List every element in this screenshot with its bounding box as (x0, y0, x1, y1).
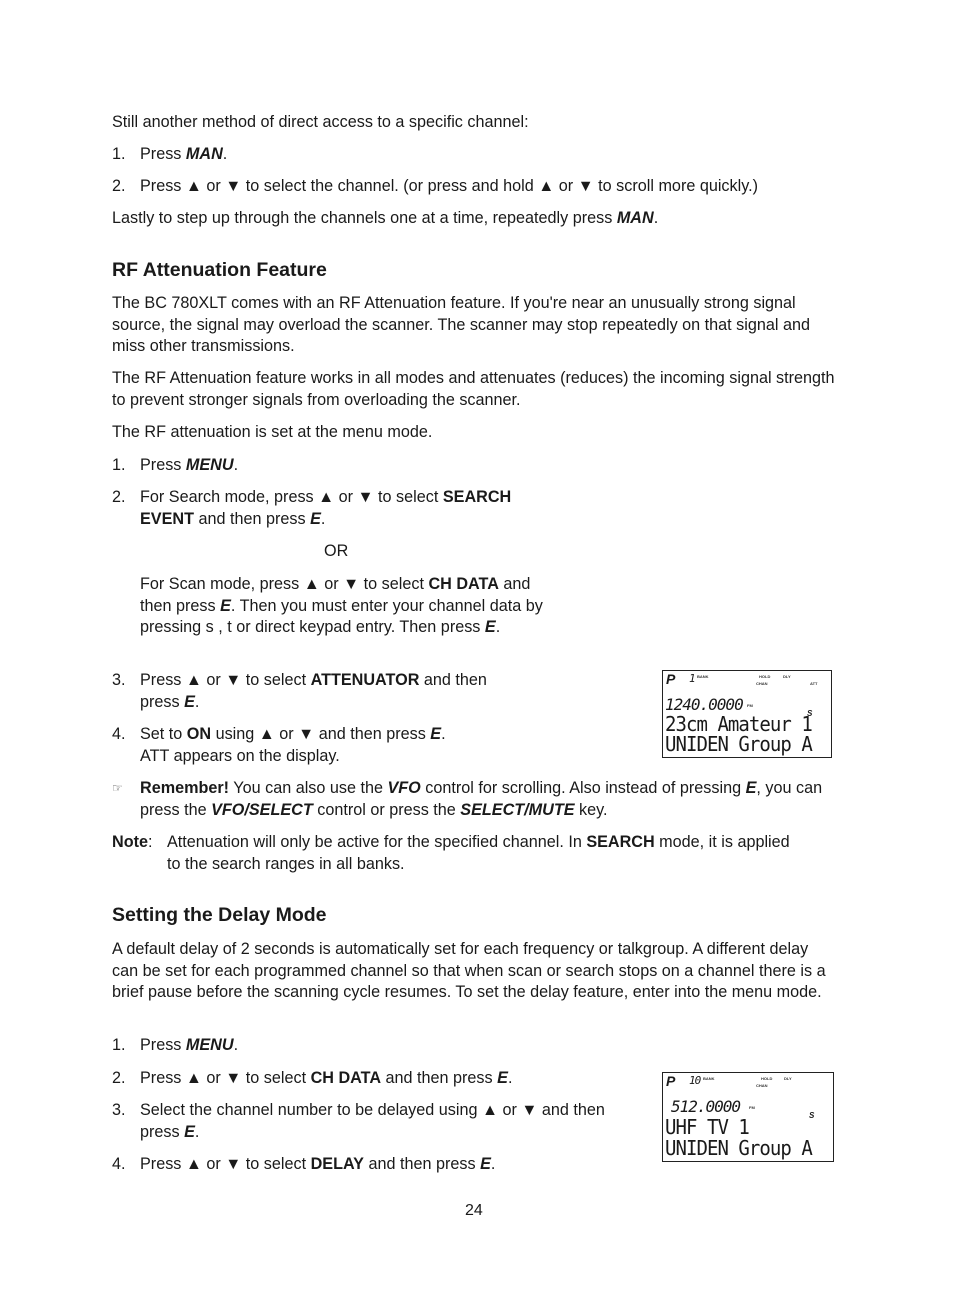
rf-para-3: The RF attenuation is set at the menu mo… (112, 423, 433, 441)
rf-para-1: The BC 780XLT comes with an RF Attenuati… (112, 294, 810, 355)
lcd-line-1: 23cm Amateur 1 (665, 712, 813, 736)
lcd-display-attenuator: P 1 BANK HOLD DLY CHAN ATT 1240.0000 FM … (662, 670, 832, 758)
remember-note: ☞ Remember! You can also use the VFO con… (112, 779, 823, 819)
delay-heading: Setting the Delay Mode (112, 904, 327, 926)
attenuation-note: Note: Attenuation will only be active fo… (112, 833, 790, 873)
rf-scan-alt: For Scan mode, press ▲ or ▼ to select CH… (140, 575, 543, 636)
rf-para-2: The RF Attenuation feature works in all … (112, 369, 835, 409)
page-number: 24 (465, 1202, 483, 1219)
rf-step-2: 2. For Search mode, press ▲ or ▼ to sele… (112, 488, 512, 528)
intro-step-2: 2. Press ▲ or ▼ to select the channel. (… (112, 177, 758, 195)
lcd-display-delay: P 10 BANK HOLD DLY CHAN 512.0000 FM S UH… (662, 1072, 834, 1162)
lcd-frequency: 1240.0000 (665, 695, 744, 714)
intro-step-1: 1. Press MAN. (112, 145, 228, 163)
rf-step-4: 4. Set to ON using ▲ or ▼ and then press… (112, 725, 446, 765)
lcd-line-1: UHF TV 1 (665, 1115, 750, 1139)
pointing-hand-icon: ☞ (112, 781, 123, 795)
rf-heading: RF Attenuation Feature (112, 259, 327, 281)
delay-step-1: 1. Press MENU. (112, 1036, 239, 1054)
delay-step-2: 2. Press ▲ or ▼ to select CH DATA and th… (112, 1069, 513, 1087)
lcd-channel: 10 (689, 1074, 701, 1087)
rf-step-1: 1. Press MENU. (112, 456, 239, 474)
intro-lastly: Lastly to step up through the channels o… (112, 209, 659, 227)
rf-or: OR (324, 542, 349, 560)
rf-step-3: 3. Press ▲ or ▼ to select ATTENUATOR and… (112, 671, 487, 711)
lcd-line-2: UNIDEN Group A (665, 1136, 813, 1160)
lcd-line-2: UNIDEN Group A (665, 732, 813, 756)
intro-lead: Still another method of direct access to… (112, 113, 529, 131)
lcd-frequency: 512.0000 (671, 1097, 741, 1116)
delay-step-3: 3. Select the channel number to be delay… (112, 1101, 605, 1141)
lcd-channel: 1 (689, 672, 696, 685)
delay-para-1: A default delay of 2 seconds is automati… (112, 940, 826, 1001)
delay-step-4: 4. Press ▲ or ▼ to select DELAY and then… (112, 1155, 496, 1173)
